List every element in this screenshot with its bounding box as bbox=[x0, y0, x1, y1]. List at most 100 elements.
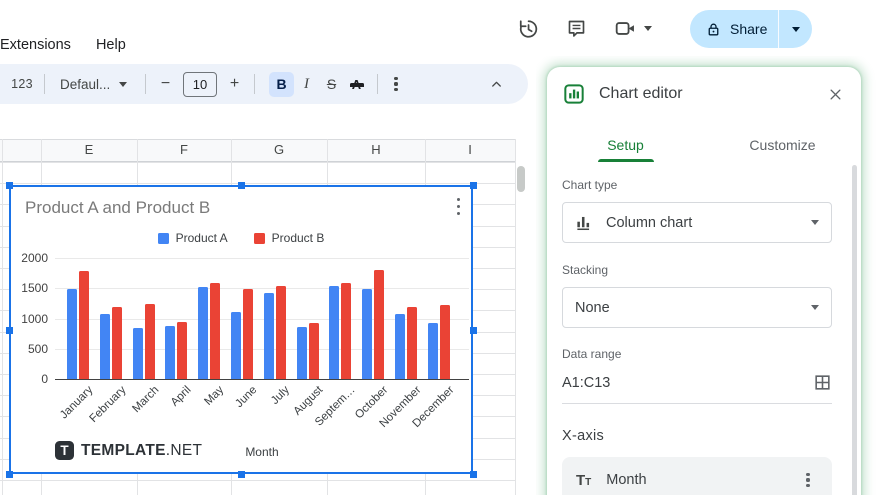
select-grid-icon bbox=[815, 375, 830, 390]
toolbar-divider bbox=[145, 74, 146, 94]
legend-label: Product B bbox=[271, 231, 325, 245]
column-header-f[interactable]: F bbox=[137, 142, 231, 157]
stacking-select[interactable]: None bbox=[562, 287, 832, 328]
stacking-label: Stacking bbox=[562, 263, 609, 277]
bar-product-b bbox=[210, 283, 221, 379]
bar-product-a bbox=[132, 327, 143, 379]
grid-horizontal-line bbox=[0, 162, 516, 163]
tab-setup[interactable]: Setup bbox=[547, 128, 704, 162]
data-range-field[interactable]: A1:C13 bbox=[562, 373, 832, 404]
chart-editor-icon bbox=[564, 84, 584, 104]
toolbar-divider bbox=[44, 74, 45, 94]
chart-type-select[interactable]: Column chart bbox=[562, 202, 832, 243]
menu-item-extensions[interactable]: Extensions bbox=[0, 36, 74, 54]
bar-product-a bbox=[231, 312, 241, 379]
bar-product-b bbox=[275, 286, 286, 379]
y-gridline bbox=[55, 288, 469, 290]
text-option-icon: TT bbox=[576, 471, 592, 489]
font-size-input[interactable]: 10 bbox=[183, 71, 217, 97]
panel-tabs: Setup Customize bbox=[547, 128, 861, 162]
chart-selection-handle[interactable] bbox=[470, 182, 477, 189]
column-header-g[interactable]: G bbox=[231, 142, 327, 157]
x-axis-value: Month bbox=[606, 472, 647, 488]
x-axis-options-button[interactable] bbox=[798, 472, 818, 488]
quick-actions bbox=[517, 17, 652, 40]
bold-button[interactable]: B bbox=[269, 71, 294, 97]
legend-swatch bbox=[157, 232, 169, 244]
chart-title: Product A and Product B bbox=[25, 198, 211, 217]
x-tick-label: May bbox=[202, 384, 227, 408]
increase-font-size-button[interactable]: + bbox=[223, 75, 246, 93]
close-panel-button[interactable] bbox=[826, 85, 845, 104]
bar-product-b bbox=[177, 322, 188, 379]
y-tick-label: 1500 bbox=[21, 281, 48, 296]
tab-customize[interactable]: Customize bbox=[704, 128, 861, 162]
x-tick-label: July bbox=[269, 384, 293, 407]
legend-item-product-a: Product A bbox=[157, 231, 228, 245]
bar-product-a bbox=[263, 292, 274, 379]
italic-button[interactable]: I bbox=[294, 72, 319, 97]
share-dropdown-button[interactable] bbox=[779, 26, 812, 32]
chart-type-value: Column chart bbox=[606, 214, 693, 231]
x-tick-label: March bbox=[130, 384, 162, 416]
bar-product-b bbox=[79, 270, 89, 379]
legend-label: Product A bbox=[175, 231, 228, 245]
select-data-range-button[interactable] bbox=[813, 373, 832, 392]
grid-vertical-line bbox=[2, 139, 3, 495]
number-format-button[interactable]: 123 bbox=[8, 77, 36, 91]
more-toolbar-options-button[interactable] bbox=[386, 76, 406, 92]
video-call-control[interactable] bbox=[614, 17, 652, 40]
chart-selection-handle[interactable] bbox=[238, 182, 245, 189]
y-tick-label: 2000 bbox=[21, 251, 48, 265]
panel-body: Chart type Column chart Stacking None Da… bbox=[547, 178, 861, 495]
strikethrough-button[interactable]: S bbox=[319, 72, 344, 97]
bar-product-a bbox=[99, 313, 110, 379]
font-select[interactable]: Defaul... bbox=[60, 77, 130, 92]
comment-icon[interactable] bbox=[566, 18, 587, 39]
font-caret-icon bbox=[119, 81, 128, 87]
chart-selection-handle[interactable] bbox=[6, 327, 13, 334]
chart-selection-handle[interactable] bbox=[470, 327, 477, 334]
text-color-button[interactable]: A bbox=[344, 72, 369, 97]
embedded-chart[interactable]: Product A and Product B Product A Product… bbox=[9, 185, 473, 474]
stacking-value: None bbox=[575, 299, 610, 316]
bar-product-a bbox=[427, 323, 438, 379]
chart-selection-handle[interactable] bbox=[6, 471, 13, 478]
menu-item-help[interactable]: Help bbox=[93, 36, 129, 54]
stacking-caret-icon bbox=[811, 305, 819, 310]
bar-product-b bbox=[374, 270, 385, 379]
chart-legend: Product A Product B bbox=[11, 231, 471, 245]
share-button[interactable]: Share bbox=[690, 21, 778, 37]
x-axis-field[interactable]: TT Month bbox=[562, 457, 832, 495]
column-header-i[interactable]: I bbox=[425, 142, 515, 157]
decrease-font-size-button[interactable]: − bbox=[154, 75, 177, 93]
close-icon bbox=[830, 89, 841, 99]
bar-product-b bbox=[341, 282, 352, 379]
column-header-e[interactable]: E bbox=[41, 142, 137, 157]
column-header-h[interactable]: H bbox=[327, 142, 425, 157]
watermark-text: TEMPLATE.NET bbox=[81, 441, 203, 459]
sheet-vertical-scrollbar[interactable] bbox=[517, 166, 525, 192]
panel-header: Chart editor bbox=[547, 67, 861, 114]
formatting-toolbar: 123 Defaul... − 10 + B I S A bbox=[0, 64, 528, 104]
bar-product-b bbox=[144, 303, 155, 379]
panel-scrollbar[interactable] bbox=[852, 165, 857, 495]
chevron-up-icon bbox=[492, 81, 501, 87]
legend-item-product-b: Product B bbox=[253, 231, 325, 245]
google-sheets-app: Extensions Help Share 123 Defaul... − 10… bbox=[0, 0, 880, 495]
video-call-caret-icon bbox=[644, 26, 652, 31]
share-label: Share bbox=[730, 21, 768, 37]
chart-options-menu-button[interactable] bbox=[455, 196, 462, 217]
chart-type-caret-icon bbox=[811, 220, 819, 225]
y-gridline bbox=[55, 258, 469, 259]
bar-product-a bbox=[362, 288, 373, 379]
x-tick-label: April bbox=[169, 384, 194, 409]
grid-horizontal-line bbox=[0, 183, 516, 184]
chart-selection-handle[interactable] bbox=[238, 471, 245, 478]
history-icon[interactable] bbox=[517, 18, 539, 40]
collapse-toolbar-button[interactable] bbox=[489, 77, 504, 92]
bar-product-b bbox=[111, 307, 122, 379]
chart-selection-handle[interactable] bbox=[6, 182, 13, 189]
chart-selection-handle[interactable] bbox=[470, 471, 477, 478]
lock-icon bbox=[706, 22, 721, 37]
